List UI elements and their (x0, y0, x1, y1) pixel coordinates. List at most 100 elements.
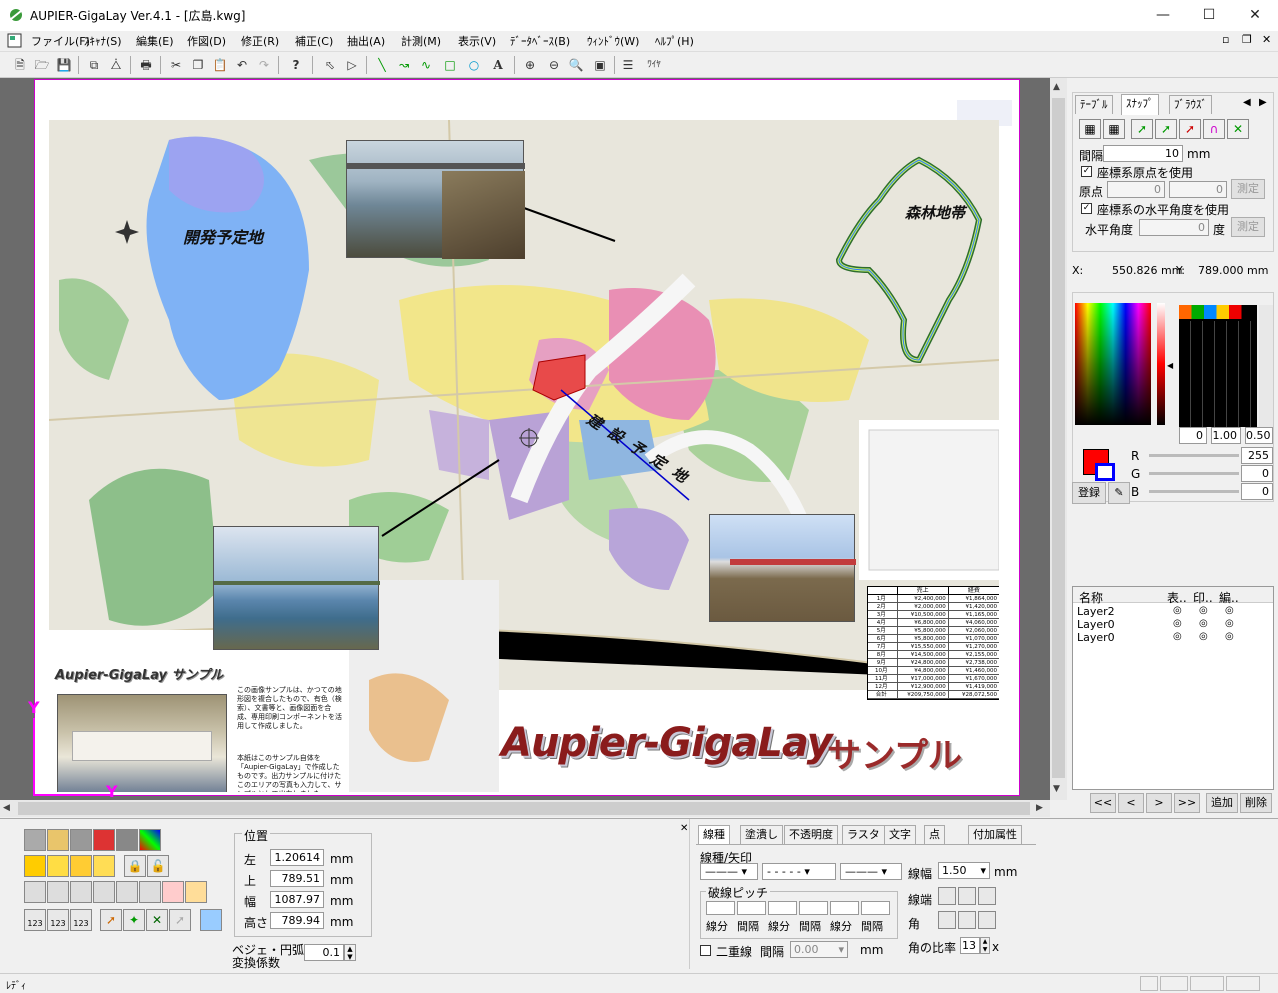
layer-row[interactable]: Layer2 ◎ ◎ ◎ (1073, 605, 1273, 618)
gap-input[interactable]: 0.00 ▾ (790, 941, 848, 958)
new-file-icon[interactable]: 🗎 (10, 55, 30, 75)
layer-row[interactable]: Layer0 ◎ ◎ ◎ (1073, 631, 1273, 644)
red-slider[interactable] (1149, 454, 1239, 457)
tab-text[interactable]: 文字 (884, 825, 916, 844)
zoom-search-icon[interactable]: 🔍 (566, 55, 586, 75)
lineend-square-icon[interactable] (978, 887, 996, 905)
palette-scrollbar[interactable] (1259, 305, 1273, 427)
linewidth-select[interactable]: 1.50 ▾ (938, 862, 990, 879)
menu-database[interactable]: ﾃﾞｰﾀﾍﾞｰｽ(B) (510, 33, 570, 49)
twain-icon[interactable]: ﾜｲﾔ (644, 55, 664, 75)
copy-icon[interactable]: ❐ (188, 55, 208, 75)
blue-slider[interactable] (1149, 490, 1239, 493)
scroll-thumb-horizontal[interactable] (18, 802, 1030, 815)
save-icon[interactable]: 💾 (54, 55, 74, 75)
text-tool-icon[interactable]: A (488, 55, 508, 75)
tab-point[interactable]: 点 (924, 825, 945, 844)
dash-pitch-input[interactable] (768, 901, 797, 915)
layer-flag-icon[interactable]: ◎ (1199, 605, 1208, 616)
menu-file[interactable]: ファイル(F) (31, 33, 90, 49)
dash-style-select[interactable]: - - - - - ▾ (762, 863, 836, 880)
transform-3-icon[interactable]: ✕ (146, 909, 168, 931)
measure-origin-button[interactable]: 測定 (1231, 179, 1265, 199)
eyedropper-icon[interactable]: ✎ (1108, 482, 1130, 504)
layer-edit-header[interactable]: 編.. (1219, 589, 1239, 606)
layer-tool-1-icon[interactable] (24, 829, 46, 851)
layer-flag-icon[interactable]: ◎ (1173, 631, 1182, 642)
close-button[interactable]: ✕ (1232, 0, 1278, 31)
bezier-input[interactable]: 0.1 (304, 944, 344, 961)
menu-extract[interactable]: 抽出(A) (347, 33, 385, 49)
back-icon[interactable] (47, 855, 69, 877)
layer-flag-icon[interactable]: ◎ (1225, 618, 1234, 629)
layer-flag-icon[interactable]: ◎ (1225, 605, 1234, 616)
paste-layer-icon[interactable]: ⧊ (106, 55, 126, 75)
maximize-button[interactable]: ☐ (1186, 0, 1232, 31)
layer-flag-icon[interactable]: ◎ (1225, 631, 1234, 642)
left-input[interactable]: 1.20614 (270, 849, 324, 866)
measure-angle-button[interactable]: 測定 (1231, 217, 1265, 237)
corner-round-icon[interactable] (958, 911, 976, 929)
color-tool-icon[interactable] (139, 829, 161, 851)
layer-last-button[interactable]: >> (1174, 793, 1200, 813)
tab-scroll-left-icon[interactable]: ◀ (1243, 97, 1251, 108)
scroll-right-icon[interactable]: ▶ (1036, 803, 1043, 813)
zoom-out-icon[interactable]: ⊖ (544, 55, 564, 75)
grid-snap2-icon[interactable]: ▦ (1103, 119, 1125, 139)
scroll-up-icon[interactable]: ▲ (1053, 82, 1060, 92)
tab-fill[interactable]: 塗潰し (740, 825, 783, 844)
menu-window[interactable]: ｳｨﾝﾄﾞｳ(W) (587, 33, 639, 49)
mdi-close-button[interactable]: ✕ (1262, 33, 1271, 46)
brightness-slider[interactable] (1157, 303, 1165, 425)
palette-value-3[interactable]: 0.50 (1245, 427, 1273, 444)
layer-row[interactable]: Layer0 ◎ ◎ ◎ (1073, 618, 1273, 631)
layer-name-header[interactable]: 名称 (1079, 589, 1103, 606)
drawing-canvas[interactable]: 開発予定地 森林地帯 建設予定地 Aupier-GigaLay サンプル この画… (0, 78, 1067, 801)
menu-draw[interactable]: 作図(D) (187, 33, 226, 49)
mdi-minimize-button[interactable]: ▫ (1222, 33, 1229, 46)
align-left-icon[interactable] (24, 881, 46, 903)
lineend-round-icon[interactable] (958, 887, 976, 905)
angle-input[interactable]: 0 (1139, 219, 1209, 236)
properties-icon[interactable] (200, 909, 222, 931)
top-input[interactable]: 789.51 (270, 870, 324, 887)
use-angle-checkbox[interactable]: ✓ (1081, 203, 1092, 214)
color-spectrum-picker[interactable] (1075, 303, 1151, 425)
open-folder-icon[interactable]: 🗁 (32, 55, 52, 75)
numbering-1-icon[interactable]: 123 (24, 909, 46, 931)
endpoint-snap-icon[interactable]: ➚ (1131, 119, 1153, 139)
panel-close-icon[interactable]: ✕ (680, 823, 688, 834)
dash-pitch-input[interactable] (799, 901, 828, 915)
line-style-select[interactable]: ——— ▾ (700, 863, 758, 880)
intersection-snap-icon[interactable]: ➚ (1179, 119, 1201, 139)
help-icon[interactable]: ? (286, 55, 306, 75)
undo-icon[interactable]: ↶ (232, 55, 252, 75)
tab-browse[interactable]: ﾌﾞﾗｳｽﾞ (1169, 95, 1212, 114)
scan-tool-icon[interactable]: ☰ (618, 55, 638, 75)
arrow-style-select[interactable]: ——— ▾ (840, 863, 902, 880)
layer-tool-3-icon[interactable] (70, 829, 92, 851)
layer-visible-header[interactable]: 表.. (1167, 589, 1187, 606)
layer-flag-icon[interactable]: ◎ (1173, 605, 1182, 616)
ungroup-icon[interactable] (185, 881, 207, 903)
dash-pitch-input[interactable] (861, 901, 890, 915)
fit-page-icon[interactable]: ▣ (590, 55, 610, 75)
line-tool-icon[interactable]: ╲ (372, 55, 392, 75)
grid-snap-icon[interactable]: ▦ (1079, 119, 1101, 139)
layer-first-button[interactable]: << (1090, 793, 1116, 813)
tab-raster[interactable]: ラスタ (842, 825, 885, 844)
add-layer-button[interactable]: 追加 (1206, 793, 1238, 813)
print-icon[interactable]: 🖶 (136, 55, 156, 75)
transform-4-icon[interactable]: ➚ (169, 909, 191, 931)
ellipse-tool-icon[interactable]: ○ (464, 55, 484, 75)
green-value-input[interactable]: 0 (1241, 465, 1273, 482)
horizontal-scrollbar[interactable]: ◀ ▶ (0, 800, 1050, 817)
ratio-input[interactable]: 13 (960, 937, 980, 954)
corner-miter-icon[interactable] (938, 911, 956, 929)
layer-flag-icon[interactable]: ◎ (1173, 618, 1182, 629)
zoom-in-icon[interactable]: ⊕ (520, 55, 540, 75)
palette-value-1[interactable]: 0 (1179, 427, 1207, 444)
tab-linetype[interactable]: 線種 (698, 825, 730, 844)
layer-tool-5-icon[interactable] (116, 829, 138, 851)
palette-value-2[interactable]: 1.00 (1211, 427, 1241, 444)
